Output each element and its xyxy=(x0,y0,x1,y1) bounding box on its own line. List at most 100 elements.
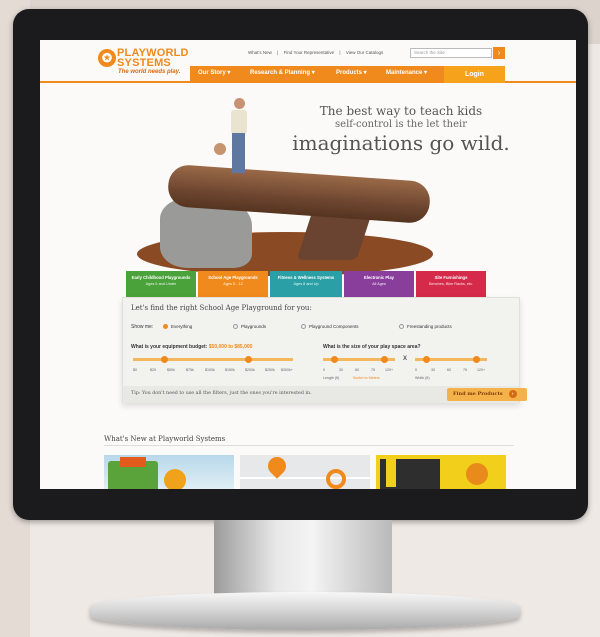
logo-name-line2: SYSTEMS xyxy=(117,57,171,69)
tick-label: $75k xyxy=(186,368,194,372)
option-everything[interactable]: Everything xyxy=(163,324,193,330)
length-label: Length (ft) xyxy=(323,376,340,380)
show-me-label: Show me: xyxy=(131,324,154,330)
monitor-screen: ✪ PLAYWORLD SYSTEMS The world needs play… xyxy=(40,40,576,489)
option-playground-components[interactable]: Playground Components xyxy=(301,324,359,330)
category-tabs: Early Childhood Playgrounds Ages 6 and U… xyxy=(126,271,486,297)
news-thumbnail-map[interactable] xyxy=(240,455,370,489)
tick-label: 30 xyxy=(431,368,435,372)
option-label: Playgrounds xyxy=(241,324,267,329)
hero-headline: The best way to teach kids self-control … xyxy=(276,104,526,155)
option-label: Playground Components xyxy=(309,324,359,329)
nav-item-products[interactable]: Products ▾ xyxy=(336,66,367,81)
tick-label: 60 xyxy=(447,368,451,372)
thumb-roof xyxy=(120,457,146,467)
link-view-catalogs[interactable]: View Our Catalogs xyxy=(346,50,383,55)
tick-label: 120+ xyxy=(385,368,394,372)
thumb-equipment-post xyxy=(386,457,396,487)
nav-label: Research & Planning xyxy=(250,70,311,76)
option-playgrounds[interactable]: Playgrounds xyxy=(233,324,267,330)
tick-label: $25 xyxy=(150,368,156,372)
tab-label: Electronic Play xyxy=(363,275,395,280)
tick-label: $100k xyxy=(205,368,215,372)
child-body xyxy=(231,110,247,134)
width-slider-max-handle[interactable] xyxy=(473,356,480,363)
tick-label: $200k xyxy=(245,368,255,372)
tick-label: $300k+ xyxy=(281,368,293,372)
logo-name: PLAYWORLD SYSTEMS xyxy=(117,48,189,69)
length-slider-track[interactable] xyxy=(323,356,395,363)
tick-label: $50k xyxy=(167,368,175,372)
option-freestanding[interactable]: Freestanding products xyxy=(399,324,452,330)
hero-line2: self-control is the let their xyxy=(335,119,467,130)
tab-label: Early Childhood Playgrounds xyxy=(131,275,191,280)
utility-separator: | xyxy=(277,50,279,55)
nav-label: Maintenance xyxy=(386,70,423,76)
link-whats-new[interactable]: What's New xyxy=(248,50,272,55)
tab-label: School Age Playgrounds xyxy=(208,275,258,280)
budget-slider-min-handle[interactable] xyxy=(161,356,168,363)
tab-fitness-wellness[interactable]: Fitness & Wellness Systems Ages 8 and Up xyxy=(270,271,342,297)
option-label: Everything xyxy=(171,324,193,329)
tab-early-childhood[interactable]: Early Childhood Playgrounds Ages 6 and U… xyxy=(126,271,196,297)
hero-line3: imaginations go wild. xyxy=(292,131,510,155)
length-slider-min-handle[interactable] xyxy=(331,356,338,363)
radio-icon[interactable] xyxy=(301,324,306,330)
radio-icon[interactable] xyxy=(233,324,238,330)
radio-selected-icon[interactable] xyxy=(163,324,168,330)
link-find-representative[interactable]: Find Your Representative xyxy=(284,50,335,55)
width-slider-track[interactable] xyxy=(415,356,487,363)
tab-electronic-play[interactable]: Electronic Play All Ages xyxy=(344,271,414,297)
dimension-separator: X xyxy=(403,356,408,362)
tick-label: 0 xyxy=(415,368,417,372)
utility-separator: | xyxy=(339,50,341,55)
logo-mark-icon: ✪ xyxy=(98,49,116,67)
length-slider-max-handle[interactable] xyxy=(381,356,388,363)
tick-label: 30 xyxy=(339,368,343,372)
hero-second-child xyxy=(214,143,226,155)
nav-label: Products xyxy=(336,70,363,76)
tab-site-furnishings[interactable]: Site Furnishings Benches, Bike Racks, et… xyxy=(416,271,486,297)
tab-label: Site Furnishings xyxy=(434,275,468,280)
photo-backdrop: ✪ PLAYWORLD SYSTEMS The world needs play… xyxy=(0,0,600,637)
find-products-label: Find me Products xyxy=(453,391,503,397)
width-slider-min-handle[interactable] xyxy=(423,356,430,363)
budget-slider-max-handle[interactable] xyxy=(245,356,252,363)
login-button[interactable]: Login xyxy=(444,66,505,83)
budget-slider-track[interactable] xyxy=(133,356,293,363)
product-finder-panel: Let's find the right School Age Playgrou… xyxy=(122,297,527,403)
nav-item-research-planning[interactable]: Research & Planning ▾ xyxy=(250,66,315,81)
news-thumbnail-playground[interactable] xyxy=(104,455,234,489)
search-input[interactable]: Search the Site xyxy=(410,48,492,58)
find-products-button[interactable]: Find me Products › xyxy=(447,388,527,401)
finder-title: Let's find the right School Age Playgrou… xyxy=(131,304,312,312)
search-go-button[interactable]: › xyxy=(493,47,505,59)
tab-sub: Ages 8 and Up xyxy=(293,282,319,286)
tick-label: 75 xyxy=(371,368,375,372)
map-pin-icon xyxy=(264,455,290,479)
thumb-map-road xyxy=(240,477,370,479)
budget-value: $50,000 to $85,000 xyxy=(208,344,253,350)
utility-links: What's New | Find Your Representative | … xyxy=(248,50,387,55)
nav-item-maintenance[interactable]: Maintenance ▾ xyxy=(386,66,427,81)
finder-tip-bar: Tip: You don't need to use all the filte… xyxy=(123,386,527,403)
tab-school-age[interactable]: School Age Playgrounds Ages 5 - 12 xyxy=(198,271,268,297)
hero-line1: The best way to teach kids xyxy=(319,104,483,118)
tick-label: $250k xyxy=(265,368,275,372)
hero-child xyxy=(227,98,251,176)
thumb-equipment-disc xyxy=(466,463,488,485)
finder-tip: Tip: You don't need to use all the filte… xyxy=(131,391,312,396)
nav-item-our-story[interactable]: Our Story ▾ xyxy=(198,66,230,81)
option-label: Freestanding products xyxy=(407,324,452,329)
monitor-neck xyxy=(214,520,392,598)
switch-to-meters-link[interactable]: Switch to Meters xyxy=(353,376,380,380)
tick-label: 120+ xyxy=(477,368,486,372)
map-ring-icon xyxy=(326,469,346,489)
tab-sub: Benches, Bike Racks, etc. xyxy=(428,282,474,286)
news-thumbnail-equipment[interactable] xyxy=(376,455,506,489)
radio-icon[interactable] xyxy=(399,324,404,330)
monitor-base xyxy=(90,592,520,630)
tick-label: 75 xyxy=(463,368,467,372)
tab-label: Fitness & Wellness Systems xyxy=(277,275,335,280)
tick-label: 0 xyxy=(323,368,325,372)
